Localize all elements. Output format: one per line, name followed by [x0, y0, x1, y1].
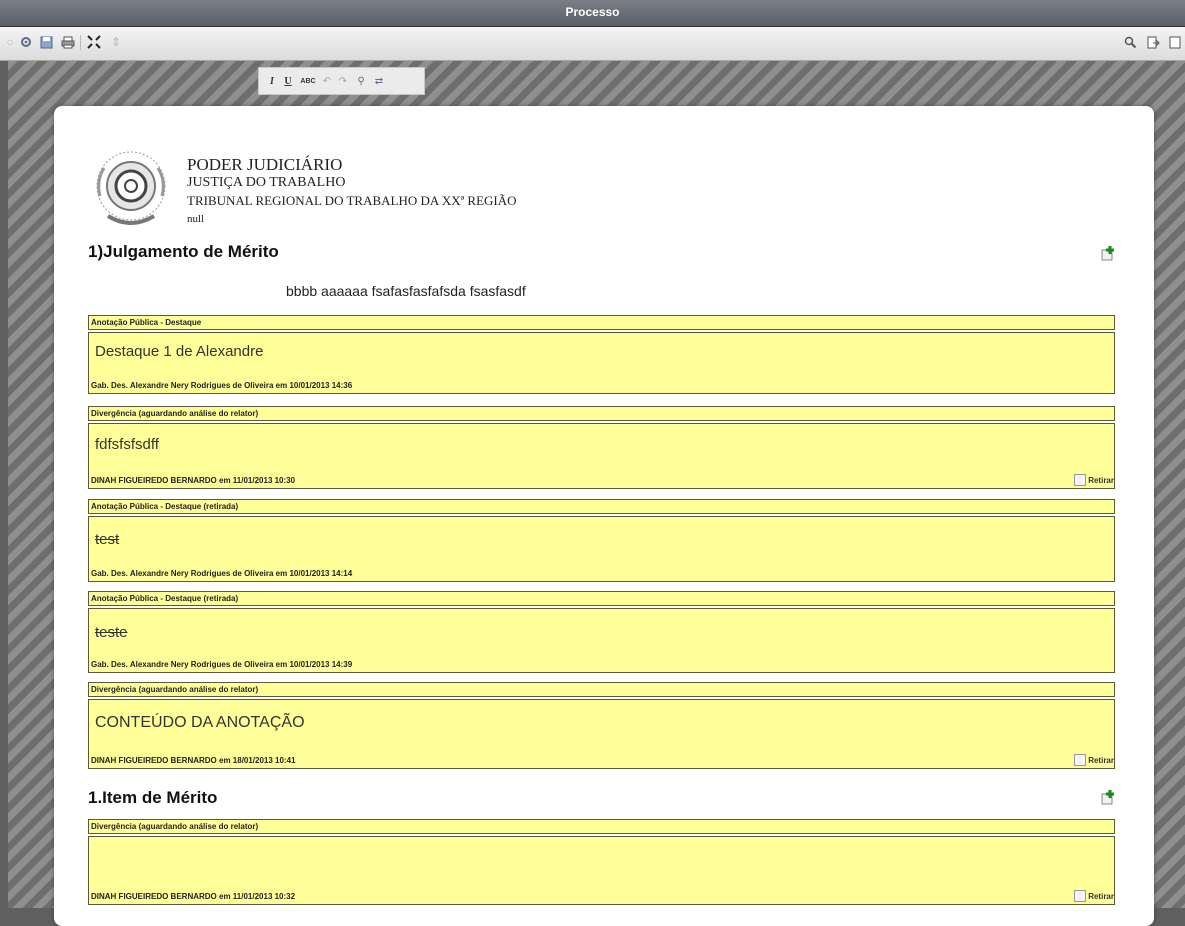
- retirar-checkbox[interactable]: Retirar: [1074, 474, 1114, 486]
- note-card: Anotação Pública - Destaque Destaque 1 d…: [88, 315, 1115, 394]
- spellcheck-button[interactable]: ABC: [299, 73, 317, 89]
- format-toolbar: I U ABC ↶ ↷ ⚲ ⇄: [258, 67, 425, 95]
- retirar-label: Retirar: [1088, 755, 1114, 765]
- note-body: DINAH FIGUEIREDO BERNARDO em 11/01/2013 …: [88, 836, 1115, 905]
- document-icon[interactable]: [1167, 34, 1183, 50]
- note-footer: DINAH FIGUEIREDO BERNARDO em 11/01/2013 …: [91, 892, 296, 901]
- checkbox-box[interactable]: [1074, 754, 1087, 766]
- note-header: Anotação Pública - Destaque (retirada): [88, 591, 1115, 606]
- checkbox-box[interactable]: [1074, 890, 1087, 902]
- italic-button[interactable]: I: [267, 73, 277, 89]
- note-footer: DINAH FIGUEIREDO BERNARDO em 18/01/2013 …: [91, 756, 296, 765]
- note-body: test Gab. Des. Alexandre Nery Rodrigues …: [88, 516, 1115, 582]
- note-header: Anotação Pública - Destaque (retirada): [88, 499, 1115, 514]
- note-body: fdfsfsfsdff DINAH FIGUEIREDO BERNARDO em…: [88, 423, 1115, 489]
- letterhead-line: JUSTIÇA DO TRABALHO: [187, 175, 346, 190]
- note-content: Destaque 1 de Alexandre: [95, 343, 264, 360]
- letterhead-line: PODER JUDICIÁRIO: [187, 155, 343, 174]
- document-workspace: I U ABC ↶ ↷ ⚲ ⇄ PODER JUDICIÁRIO JUSTIÇA…: [8, 61, 1185, 926]
- note-header: Anotação Pública - Destaque: [88, 315, 1115, 330]
- note-header: Divergência (aguardando análise do relat…: [88, 819, 1115, 834]
- note-content: fdfsfsfsdff: [95, 436, 159, 453]
- circle-icon[interactable]: ○: [2, 34, 18, 50]
- note-card: Divergência (aguardando análise do relat…: [88, 406, 1115, 489]
- coat-of-arms-seal: [88, 146, 174, 232]
- retirar-label: Retirar: [1088, 891, 1114, 901]
- retirar-label: Retirar: [1088, 475, 1114, 485]
- letterhead-line: null: [187, 213, 205, 225]
- note-footer: DINAH FIGUEIREDO BERNARDO em 11/01/2013 …: [91, 476, 296, 485]
- note-card: Divergência (aguardando análise do relat…: [88, 682, 1115, 769]
- retirar-checkbox[interactable]: Retirar: [1074, 754, 1114, 766]
- note-card: Anotação Pública - Destaque (retirada) t…: [88, 591, 1115, 673]
- note-header: Divergência (aguardando análise do relat…: [88, 682, 1115, 697]
- print-icon[interactable]: [60, 34, 76, 50]
- gear-icon[interactable]: [18, 34, 34, 50]
- note-header: Divergência (aguardando análise do relat…: [88, 406, 1115, 421]
- note-card: Divergência (aguardando análise do relat…: [88, 819, 1115, 905]
- document-page: PODER JUDICIÁRIO JUSTIÇA DO TRABALHO TRI…: [54, 106, 1154, 926]
- undo-button[interactable]: ↶: [321, 73, 333, 89]
- main-toolbar: ○ ⇕: [0, 27, 1185, 61]
- note-footer: Gab. Des. Alexandre Nery Rodrigues de Ol…: [91, 381, 353, 390]
- export-icon[interactable]: [1145, 34, 1161, 50]
- window-titlebar: Processo: [0, 0, 1185, 27]
- note-content: teste: [95, 624, 128, 641]
- search-icon[interactable]: [1122, 34, 1138, 50]
- redo-button[interactable]: ↷: [337, 73, 349, 89]
- note-footer: Gab. Des. Alexandre Nery Rodrigues de Ol…: [91, 660, 353, 669]
- note-body: teste Gab. Des. Alexandre Nery Rodrigues…: [88, 608, 1115, 673]
- note-footer: Gab. Des. Alexandre Nery Rodrigues de Ol…: [91, 569, 353, 578]
- note-body: Destaque 1 de Alexandre Gab. Des. Alexan…: [88, 332, 1115, 394]
- add-note-icon[interactable]: [1100, 789, 1116, 805]
- section-body-text: bbbb aaaaaa fsafasfasfafsda fsasfasdf: [286, 283, 526, 299]
- checkbox-box[interactable]: [1074, 474, 1087, 486]
- underline-button[interactable]: U: [283, 73, 293, 89]
- retirar-checkbox[interactable]: Retirar: [1074, 890, 1114, 902]
- replace-button[interactable]: ⇄: [372, 73, 386, 89]
- note-card: Anotação Pública - Destaque (retirada) t…: [88, 499, 1115, 582]
- window-title: Processo: [565, 5, 620, 19]
- section-title: 1)Julgamento de Mérito: [88, 242, 279, 261]
- find-button[interactable]: ⚲: [354, 73, 368, 89]
- letterhead: PODER JUDICIÁRIO JUSTIÇA DO TRABALHO TRI…: [187, 156, 517, 228]
- note-content: CONTEÚDO DA ANOTAÇÃO: [95, 714, 305, 731]
- toolbar-separator: [80, 35, 81, 50]
- add-note-icon[interactable]: [1100, 245, 1116, 261]
- note-body: CONTEÚDO DA ANOTAÇÃO DINAH FIGUEIREDO BE…: [88, 699, 1115, 769]
- resize-icon[interactable]: ⇕: [108, 34, 124, 50]
- fullscreen-icon[interactable]: [86, 34, 102, 50]
- save-icon[interactable]: [38, 34, 54, 50]
- section-title: 1.Item de Mérito: [88, 788, 218, 807]
- letterhead-line: TRIBUNAL REGIONAL DO TRABALHO DA XXª REG…: [187, 193, 517, 208]
- note-content: test: [95, 531, 120, 548]
